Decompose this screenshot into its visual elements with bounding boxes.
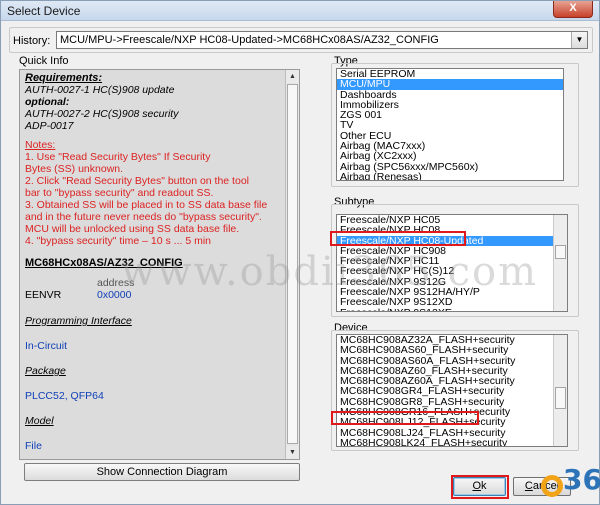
requirement-line: AUTH-0027-1 HC(S)908 update: [25, 84, 175, 96]
device-list[interactable]: MC68HC908AZ32A_FLASH+security MC68HC908AS…: [336, 334, 568, 447]
note-line: 2. Click "Read Security Bytes" button on…: [25, 175, 249, 187]
list-item[interactable]: Freescale/NXP 9S12XE: [337, 307, 567, 311]
subtype-list[interactable]: Freescale/NXP HC05 Freescale/NXP HC08 Free…: [336, 214, 568, 312]
address-label: address: [97, 277, 135, 289]
register-address: 0x0000: [97, 289, 132, 301]
show-connection-diagram-button[interactable]: Show Connection Diagram: [24, 463, 300, 481]
quick-info-label: Quick Info: [19, 55, 69, 67]
quick-info-content: Requirements: AUTH-0027-1 HC(S)908 updat…: [25, 72, 285, 452]
list-item[interactable]: ZGS 001: [337, 110, 563, 121]
logo-text: 365: [563, 463, 600, 496]
type-list[interactable]: Serial EEPROM MCU/MPU Dashboards Immobilize…: [336, 68, 564, 181]
note-line: 1. Use "Read Security Bytes" If Security: [25, 151, 211, 163]
history-value: MCU/MPU->Freescale/NXP HC08-Updated->MC6…: [60, 34, 439, 46]
history-dropdown[interactable]: MCU/MPU->Freescale/NXP HC08-Updated->MC6…: [56, 31, 588, 49]
device-scrollbar[interactable]: [553, 335, 567, 446]
note-line: MCU will be unlocked using SS data base …: [25, 223, 240, 235]
note-line: Bytes (SS) unknown.: [25, 163, 124, 175]
optional-heading: optional:: [25, 96, 70, 108]
scroll-up-icon[interactable]: ▲: [286, 70, 299, 83]
config-heading: MC68HCx08AS/AZ32_CONFIG: [25, 257, 183, 269]
obdii365-logo: 365: [539, 457, 600, 502]
quick-info-panel[interactable]: Requirements: AUTH-0027-1 HC(S)908 updat…: [19, 69, 300, 460]
note-line: and in the future never needs do "bypass…: [25, 211, 262, 223]
requirements-heading: Requirements:: [25, 72, 103, 84]
title-bar: Select Device X: [1, 1, 599, 21]
note-line: 4. "bypass security" time – 10 s ... 5 m…: [25, 235, 212, 247]
scroll-thumb[interactable]: [287, 84, 298, 444]
select-device-dialog: Select Device X History: MCU/MPU->Freesc…: [0, 0, 600, 505]
ok-highlight-box: [451, 475, 509, 499]
chevron-down-icon[interactable]: ▼: [571, 32, 587, 48]
subtype-highlight-box: [330, 231, 466, 246]
register-name: EENVR: [25, 289, 62, 301]
list-item[interactable]: MC68HC908LK24_FLASH+security: [337, 438, 567, 446]
subtype-scrollbar[interactable]: [553, 215, 567, 311]
programming-interface-value: In-Circuit: [25, 340, 68, 352]
window-title: Select Device: [7, 4, 81, 18]
package-heading: Package: [25, 365, 66, 377]
scroll-thumb[interactable]: [555, 387, 566, 409]
logo-ring: [541, 475, 563, 497]
quick-info-scrollbar[interactable]: ▲ ▼: [285, 70, 299, 459]
scroll-down-icon[interactable]: ▼: [286, 446, 299, 459]
device-highlight-box: [331, 411, 479, 425]
history-label: History:: [13, 35, 51, 47]
close-button[interactable]: X: [553, 1, 593, 18]
optional-line: ADP-0017: [25, 120, 74, 132]
package-value: PLCC52, QFP64: [25, 390, 104, 402]
optional-line: AUTH-0027-2 HC(S)908 security: [25, 108, 179, 120]
note-line: 3. Obtained SS will be placed in to SS d…: [25, 199, 268, 211]
model-value: File: [25, 440, 42, 452]
programming-interface-heading: Programming Interface: [25, 315, 132, 327]
list-item[interactable]: Airbag (Renesas): [337, 172, 563, 180]
note-line: bar to "bypass security" and readout SS.: [25, 187, 214, 199]
model-heading: Model: [25, 415, 54, 427]
scroll-thumb[interactable]: [555, 245, 566, 259]
notes-heading: Notes:: [25, 139, 56, 151]
